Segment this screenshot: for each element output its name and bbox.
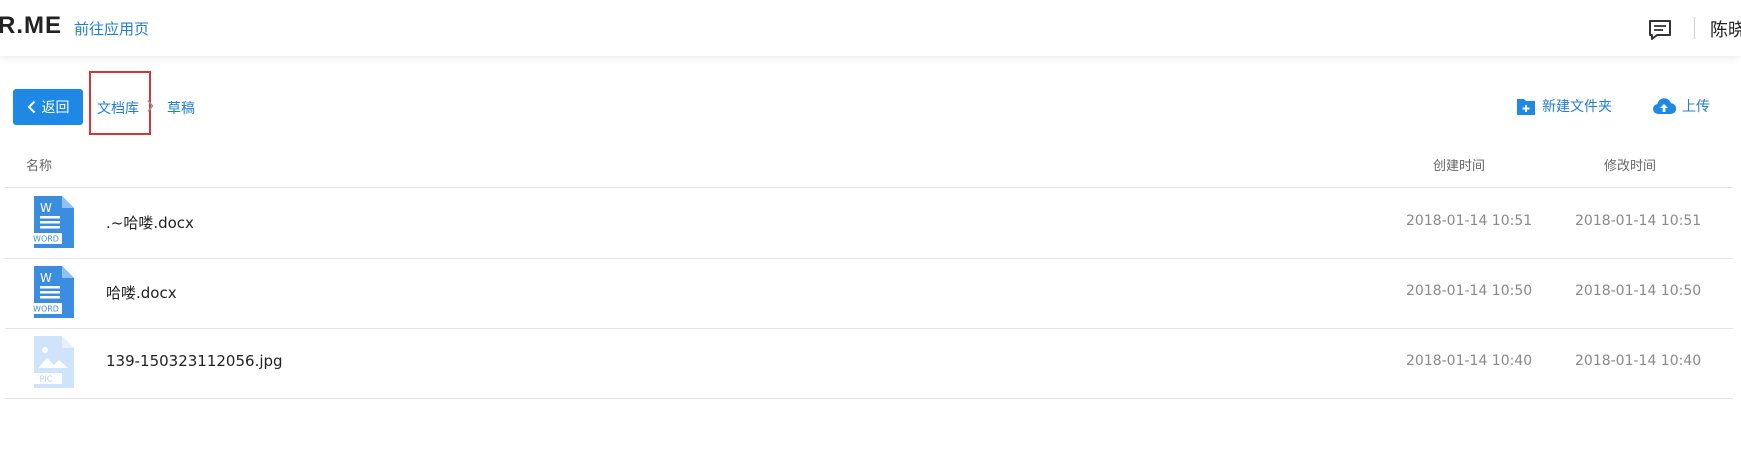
pic-icon-label: PIC: [40, 375, 53, 384]
column-header-created[interactable]: 创建时间: [1433, 155, 1485, 174]
new-folder-label: 新建文件夹: [1542, 99, 1612, 115]
created-time: 2018-01-14 10:50: [1406, 283, 1533, 299]
modified-time: 2018-01-14 10:50: [1575, 283, 1702, 299]
file-name[interactable]: 139-150323112056.jpg: [106, 352, 283, 370]
column-header-name[interactable]: 名称: [26, 155, 52, 174]
word-file-icon: W WORD: [30, 196, 74, 248]
table-row[interactable]: W WORD 哈喽.docx 2018-01-14 10:50 2018-01-…: [5, 258, 1733, 329]
svg-text:W: W: [40, 201, 52, 215]
cloud-upload-icon: [1653, 98, 1676, 115]
back-button[interactable]: 返回: [13, 89, 83, 125]
user-name[interactable]: 陈晓: [1710, 16, 1741, 42]
new-folder-button[interactable]: 新建文件夹: [1516, 96, 1612, 116]
modified-time: 2018-01-14 10:40: [1575, 353, 1702, 369]
word-file-icon: W WORD: [30, 266, 74, 318]
breadcrumb-drafts[interactable]: 草稿: [167, 98, 195, 118]
chevron-right-icon: [147, 99, 154, 113]
table-row[interactable]: W WORD .~哈喽.docx 2018-01-14 10:51 2018-0…: [5, 188, 1733, 259]
word-icon-label: WORD: [33, 235, 59, 244]
back-button-label: 返回: [41, 100, 70, 116]
breadcrumb-document-library[interactable]: 文档库: [97, 98, 139, 118]
file-name[interactable]: .~哈喽.docx: [106, 212, 194, 233]
table-row[interactable]: PIC 139-150323112056.jpg 2018-01-14 10:4…: [5, 328, 1733, 399]
message-icon[interactable]: [1648, 19, 1672, 41]
logo: R.ME: [0, 12, 62, 39]
svg-text:W: W: [40, 271, 52, 285]
created-time: 2018-01-14 10:51: [1406, 213, 1533, 229]
file-name[interactable]: 哈喽.docx: [106, 282, 177, 303]
new-folder-icon: [1517, 99, 1535, 115]
header-divider: [1694, 17, 1695, 39]
top-bar: R.ME 前往应用页 陈晓: [0, 0, 1741, 56]
column-header-modified[interactable]: 修改时间: [1604, 155, 1656, 174]
upload-button[interactable]: 上传: [1652, 96, 1710, 116]
upload-label: 上传: [1682, 99, 1710, 115]
word-icon-label: WORD: [33, 305, 59, 314]
chevron-left-icon: [27, 100, 35, 114]
created-time: 2018-01-14 10:40: [1406, 353, 1533, 369]
go-to-apps-link[interactable]: 前往应用页: [74, 18, 149, 39]
modified-time: 2018-01-14 10:51: [1575, 213, 1702, 229]
image-file-icon: PIC: [30, 336, 74, 388]
